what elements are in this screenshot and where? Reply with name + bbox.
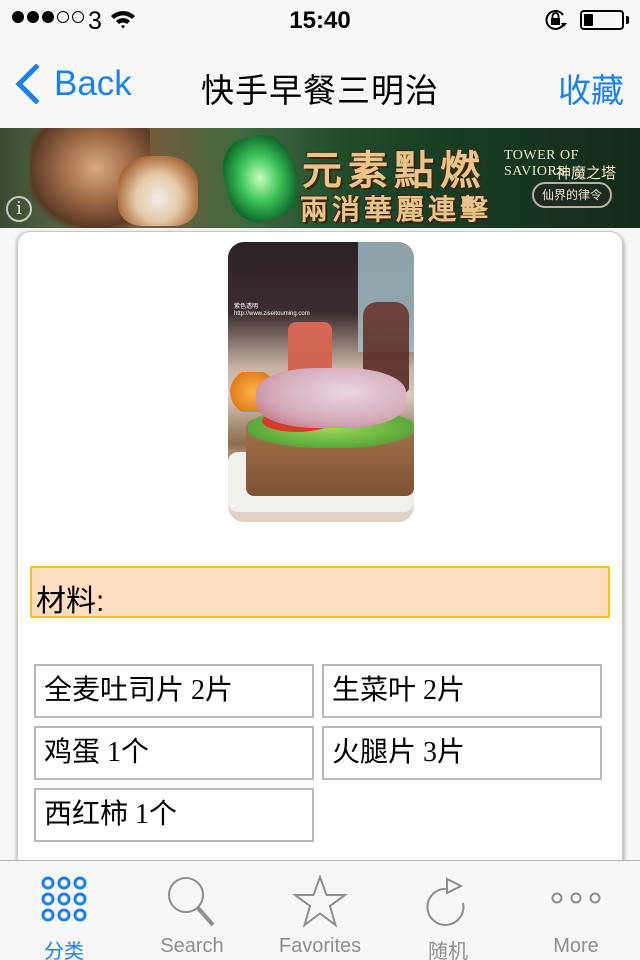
tab-random[interactable]: 随机 bbox=[384, 861, 512, 960]
tab-label: 分类 bbox=[44, 941, 84, 960]
watermark-url: http://www.ziseitouming.com bbox=[234, 311, 310, 317]
section-label: 材料: bbox=[36, 585, 105, 618]
ingredients-section-header: 材料: bbox=[30, 566, 610, 618]
recipe-photo[interactable]: 紫色透明 http://www.ziseitouming.com bbox=[228, 242, 414, 522]
recipe-card: 紫色透明 http://www.ziseitouming.com 材料: 全麦吐… bbox=[18, 232, 622, 860]
tab-label: Favorites bbox=[278, 935, 362, 957]
tab-more[interactable]: More bbox=[512, 861, 640, 960]
page-title: 快手早餐三明治 bbox=[201, 72, 439, 109]
rotation-lock-icon bbox=[544, 9, 568, 36]
ad-gem-image bbox=[215, 128, 305, 228]
photo-watermark: 紫色透明 http://www.ziseitouming.com bbox=[234, 304, 310, 318]
info-icon[interactable]: i bbox=[6, 196, 32, 222]
battery-icon bbox=[580, 10, 624, 30]
battery-level bbox=[584, 14, 593, 26]
photo-ham bbox=[256, 368, 406, 428]
tab-categories[interactable]: 分类 bbox=[0, 861, 128, 960]
star-icon bbox=[291, 874, 349, 934]
tab-search[interactable]: Search bbox=[128, 861, 256, 960]
tab-favorites[interactable]: Favorites bbox=[256, 861, 384, 960]
tab-label: More bbox=[553, 935, 599, 957]
status-bar: 3 15:40 bbox=[0, 0, 640, 40]
ingredient-item: 鸡蛋 1个 bbox=[34, 726, 314, 780]
ad-banner[interactable]: i 元素點燃 兩消華麗連擊 TOWER OF SAVIORS 神魔之塔 仙界的律… bbox=[0, 128, 640, 228]
content-scroll-area[interactable]: 紫色透明 http://www.ziseitouming.com 材料: 全麦吐… bbox=[0, 228, 640, 860]
search-icon bbox=[166, 875, 218, 934]
tab-bar: 分类 Search Favorites 随机 More bbox=[0, 860, 640, 960]
refresh-icon bbox=[425, 875, 471, 934]
ingredient-item: 西红柿 1个 bbox=[34, 788, 314, 842]
ad-badge: 仙界的律令 bbox=[532, 182, 612, 208]
grid-dots-icon bbox=[40, 875, 88, 928]
ingredient-item: 全麦吐司片 2片 bbox=[34, 664, 314, 718]
battery-tip bbox=[626, 16, 629, 24]
ad-dog-image bbox=[118, 156, 198, 226]
tab-label: 随机 bbox=[428, 941, 468, 960]
ad-subheadline: 兩消華麗連擊 bbox=[300, 194, 493, 225]
ingredient-item: 火腿片 3片 bbox=[322, 726, 602, 780]
tab-label: Search bbox=[160, 935, 224, 957]
navigation-bar: Back 快手早餐三明治 收藏 bbox=[0, 40, 640, 128]
ingredient-item: 生菜叶 2片 bbox=[322, 664, 602, 718]
watermark-title: 紫色透明 bbox=[234, 304, 259, 310]
favorite-button[interactable]: 收藏 bbox=[558, 64, 624, 112]
ad-brand-cn: 神魔之塔 bbox=[556, 166, 617, 182]
more-icon bbox=[551, 891, 601, 910]
